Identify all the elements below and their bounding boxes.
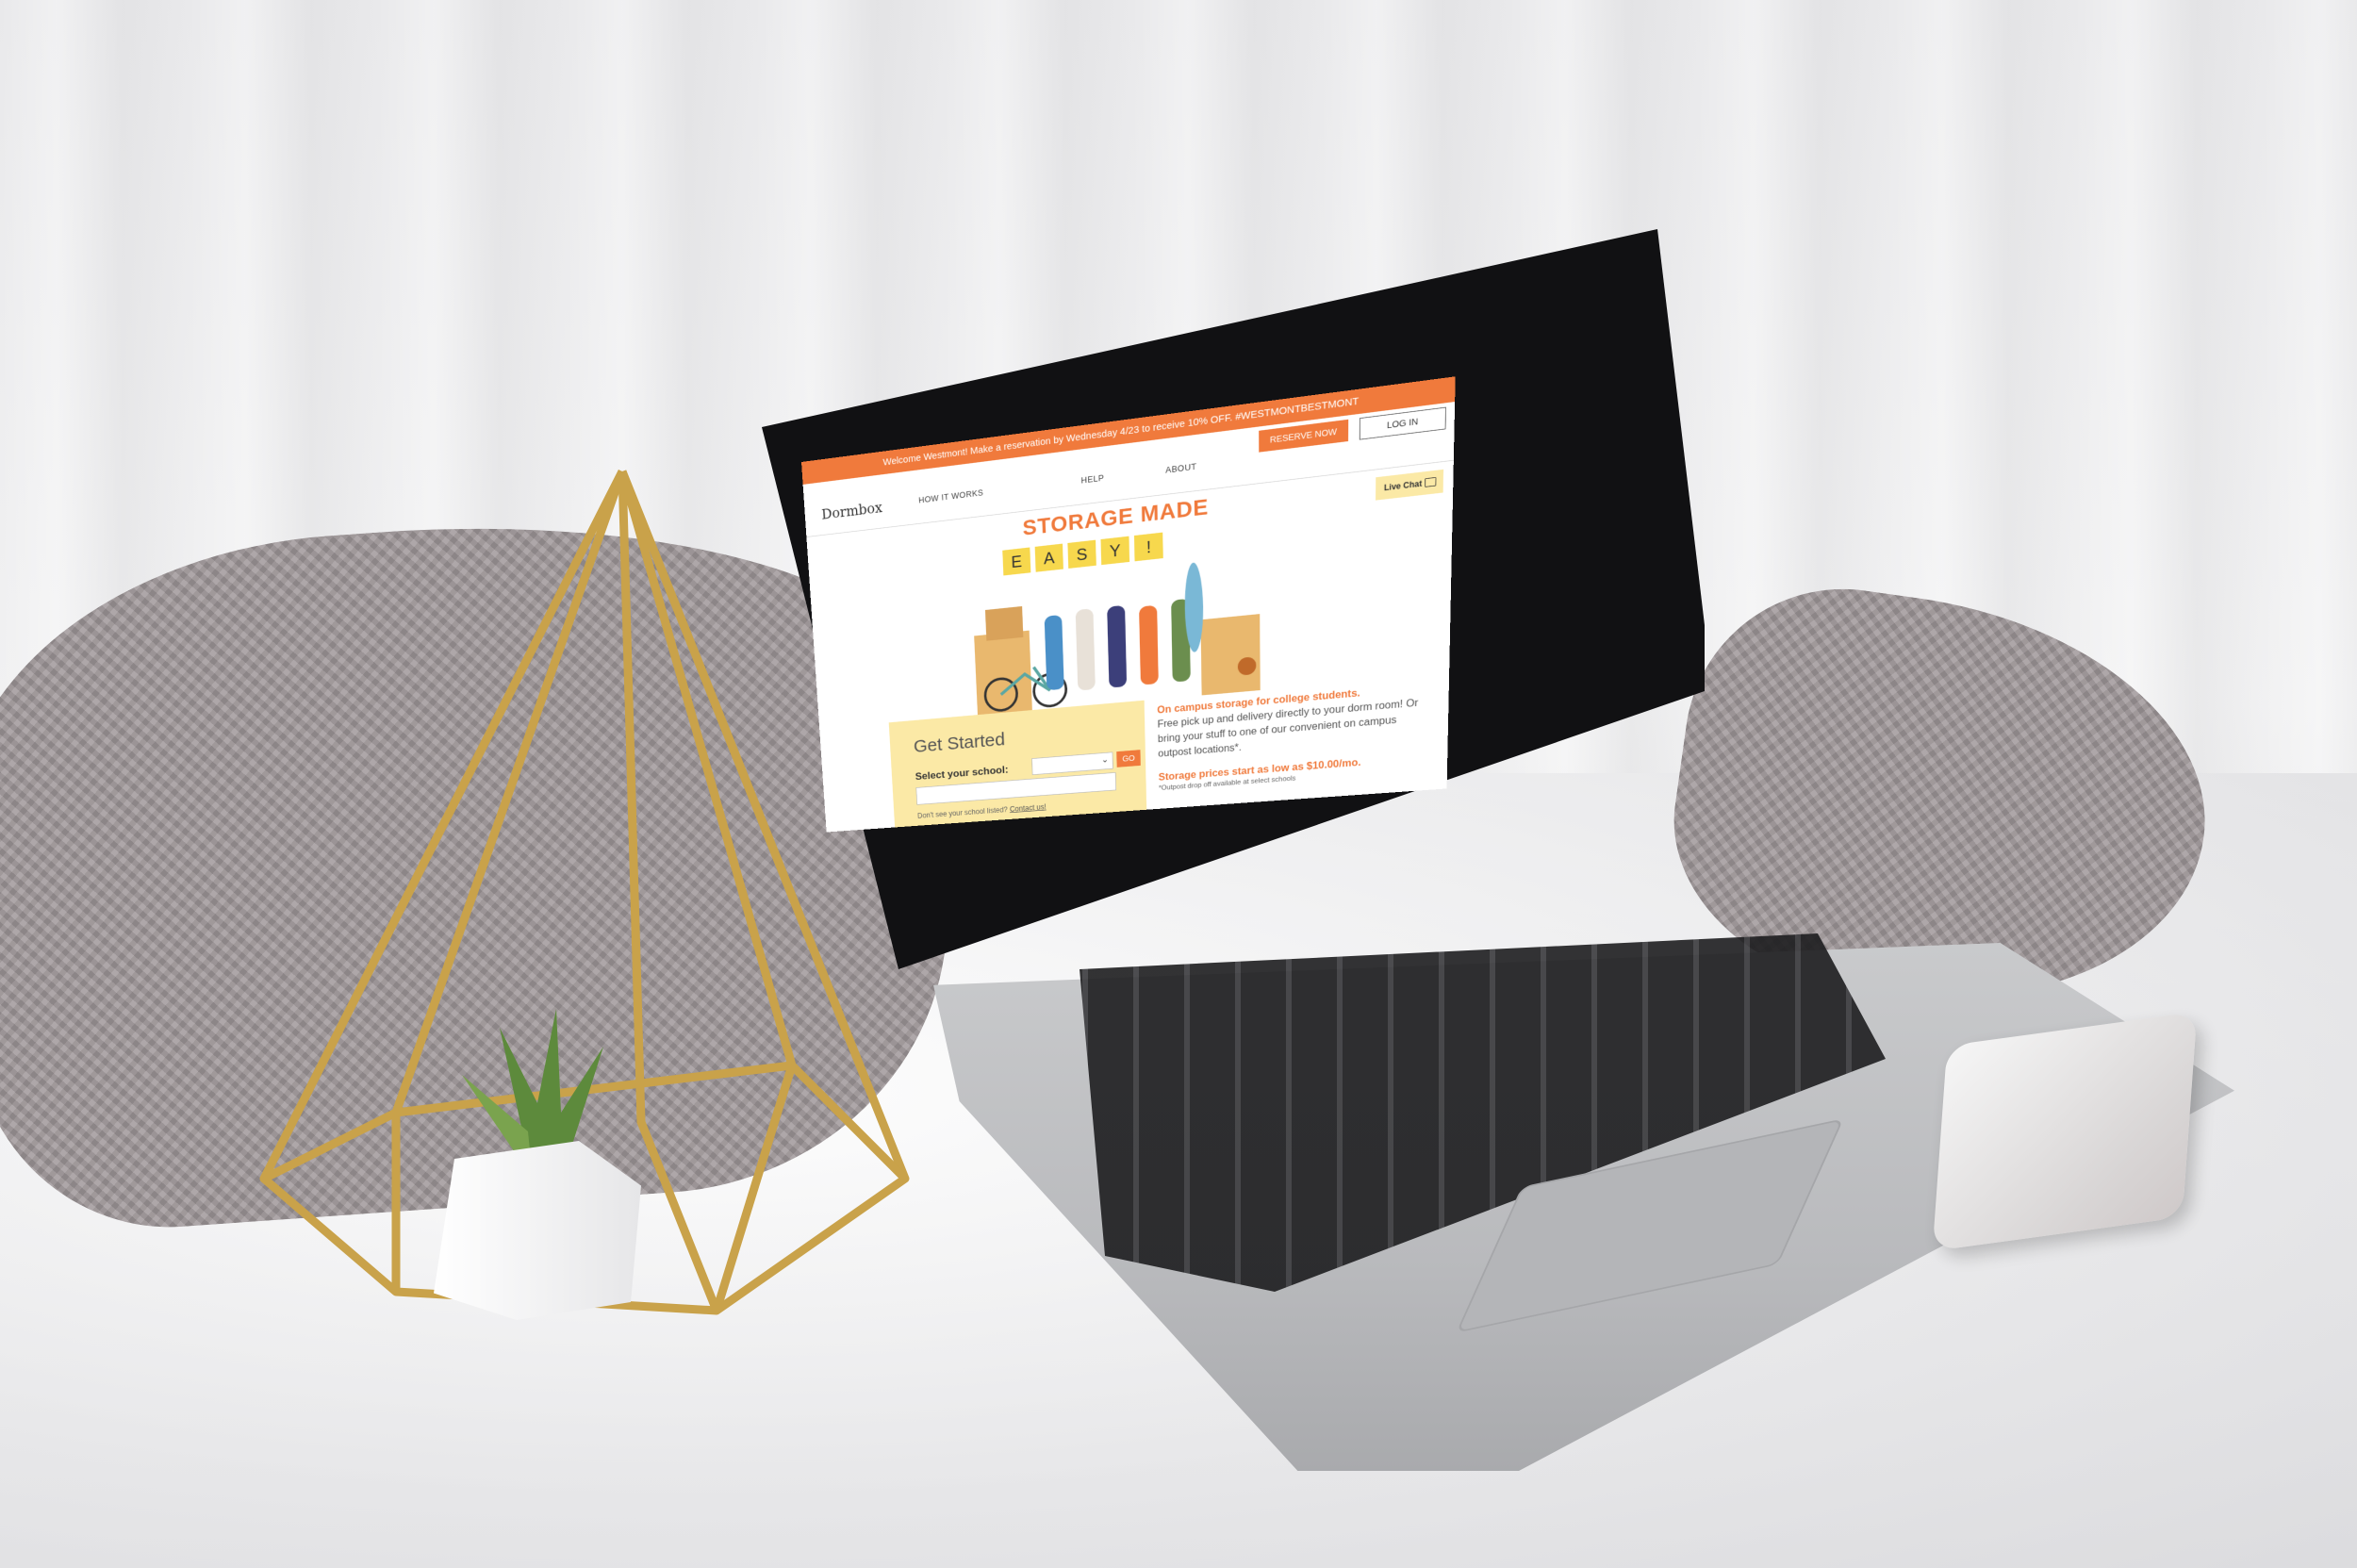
student-2: [1075, 608, 1096, 691]
chevron-down-icon: ⌄: [1100, 753, 1109, 765]
student-3: [1107, 604, 1128, 688]
log-in-button[interactable]: LOG IN: [1359, 406, 1446, 440]
photo-scene: Welcome Westmont! Make a reservation by …: [0, 0, 2357, 1568]
nav-about[interactable]: ABOUT: [1165, 461, 1196, 475]
students-illustration: [974, 561, 1261, 716]
letter-tile-e: E: [1002, 547, 1031, 576]
student-4: [1139, 604, 1159, 685]
stacked-boxes-right: [1200, 614, 1261, 696]
letter-tile-exclamation: !: [1133, 532, 1163, 562]
marble-phone: [1932, 1011, 2198, 1252]
school-select[interactable]: ⌄: [1031, 751, 1113, 776]
go-button[interactable]: GO: [1116, 750, 1141, 767]
white-plant-pot: [434, 1141, 641, 1320]
letter-tile-y: Y: [1100, 536, 1130, 566]
student-1: [1044, 614, 1064, 691]
nav-help[interactable]: HELP: [1080, 472, 1104, 485]
reserve-now-button[interactable]: RESERVE NOW: [1259, 419, 1349, 453]
box-top-left: [984, 605, 1024, 641]
stacked-boxes-left: [974, 630, 1032, 716]
letter-tile-s: S: [1067, 539, 1096, 569]
storage-info: On campus storage for college students. …: [1157, 682, 1435, 792]
contact-us-link[interactable]: Contact us!: [1010, 802, 1047, 814]
letter-tile-a: A: [1034, 543, 1063, 572]
